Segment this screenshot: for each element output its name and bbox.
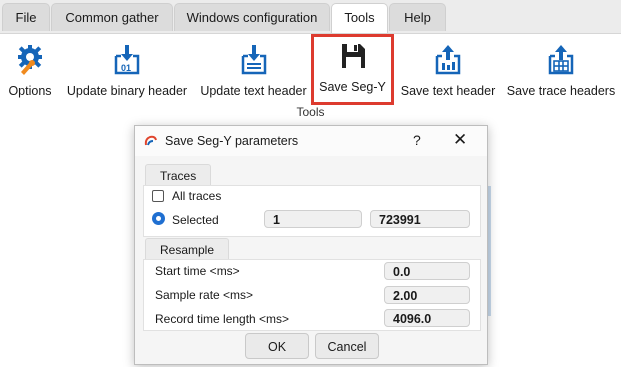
menu-tab-bar: File Common gather Windows configuration… <box>0 0 621 33</box>
save-segy-label: Save Seg-Y <box>319 80 386 94</box>
save-text-icon <box>435 45 461 75</box>
options-label: Options <box>8 84 52 98</box>
tab-common-gather[interactable]: Common gather <box>51 3 173 31</box>
help-icon[interactable]: ? <box>413 132 421 148</box>
all-traces-label: All traces <box>172 189 222 203</box>
resample-group: Start time <ms> 0.0 Sample rate <ms> 2.0… <box>143 259 481 331</box>
floppy-disk-icon <box>341 44 365 68</box>
ok-button[interactable]: OK <box>245 333 309 359</box>
text-update-icon <box>241 45 266 75</box>
record-length-label: Record time length <ms> <box>155 312 290 326</box>
selected-radio[interactable] <box>152 212 165 225</box>
ribbon-toolbar: Options 01 Update binary header Update t… <box>0 33 621 123</box>
update-binary-header-button[interactable]: 01 Update binary header <box>64 38 190 102</box>
update-text-header-button[interactable]: Update text header <box>197 38 310 102</box>
start-time-input[interactable]: 0.0 <box>384 262 470 280</box>
traces-group-header: Traces <box>145 164 212 186</box>
record-length-input[interactable]: 4096.0 <box>384 309 470 327</box>
ribbon-group-label: Tools <box>296 105 325 119</box>
save-segy-dialog: Save Seg-Y parameters ? ✕ Traces All tra… <box>134 125 488 365</box>
all-traces-checkbox[interactable] <box>152 190 164 202</box>
update-text-header-label: Update text header <box>200 84 307 98</box>
save-trace-headers-button[interactable]: Save trace headers <box>504 38 618 102</box>
dialog-title-bar: Save Seg-Y parameters ? ✕ <box>135 126 487 156</box>
tab-help[interactable]: Help <box>389 3 446 31</box>
cancel-button[interactable]: Cancel <box>315 333 379 359</box>
binary-update-icon: 01 <box>114 45 140 75</box>
gear-wrench-icon <box>18 45 42 75</box>
save-text-header-button[interactable]: Save text header <box>398 38 498 102</box>
tab-file[interactable]: File <box>2 3 50 31</box>
save-text-header-label: Save text header <box>400 84 496 98</box>
start-time-label: Start time <ms> <box>155 264 240 278</box>
app-logo-icon <box>144 135 157 146</box>
save-trace-headers-label: Save trace headers <box>506 84 616 98</box>
update-binary-header-label: Update binary header <box>66 84 188 98</box>
tab-windows-configuration[interactable]: Windows configuration <box>174 3 330 31</box>
trace-from-input[interactable]: 1 <box>264 210 362 228</box>
traces-group: All traces Selected 1 723991 <box>143 185 481 237</box>
tab-tools[interactable]: Tools <box>331 3 388 33</box>
sample-rate-input[interactable]: 2.00 <box>384 286 470 304</box>
sample-rate-label: Sample rate <ms> <box>155 288 254 302</box>
save-table-icon <box>548 45 574 75</box>
close-icon[interactable]: ✕ <box>453 130 467 150</box>
selected-label: Selected <box>172 213 219 227</box>
svg-text:01: 01 <box>121 63 131 73</box>
dialog-title: Save Seg-Y parameters <box>165 134 299 148</box>
options-button[interactable]: Options <box>4 38 56 102</box>
resample-group-header: Resample <box>145 238 230 260</box>
save-segy-button[interactable]: Save Seg-Y <box>311 34 394 105</box>
trace-to-input[interactable]: 723991 <box>370 210 470 228</box>
